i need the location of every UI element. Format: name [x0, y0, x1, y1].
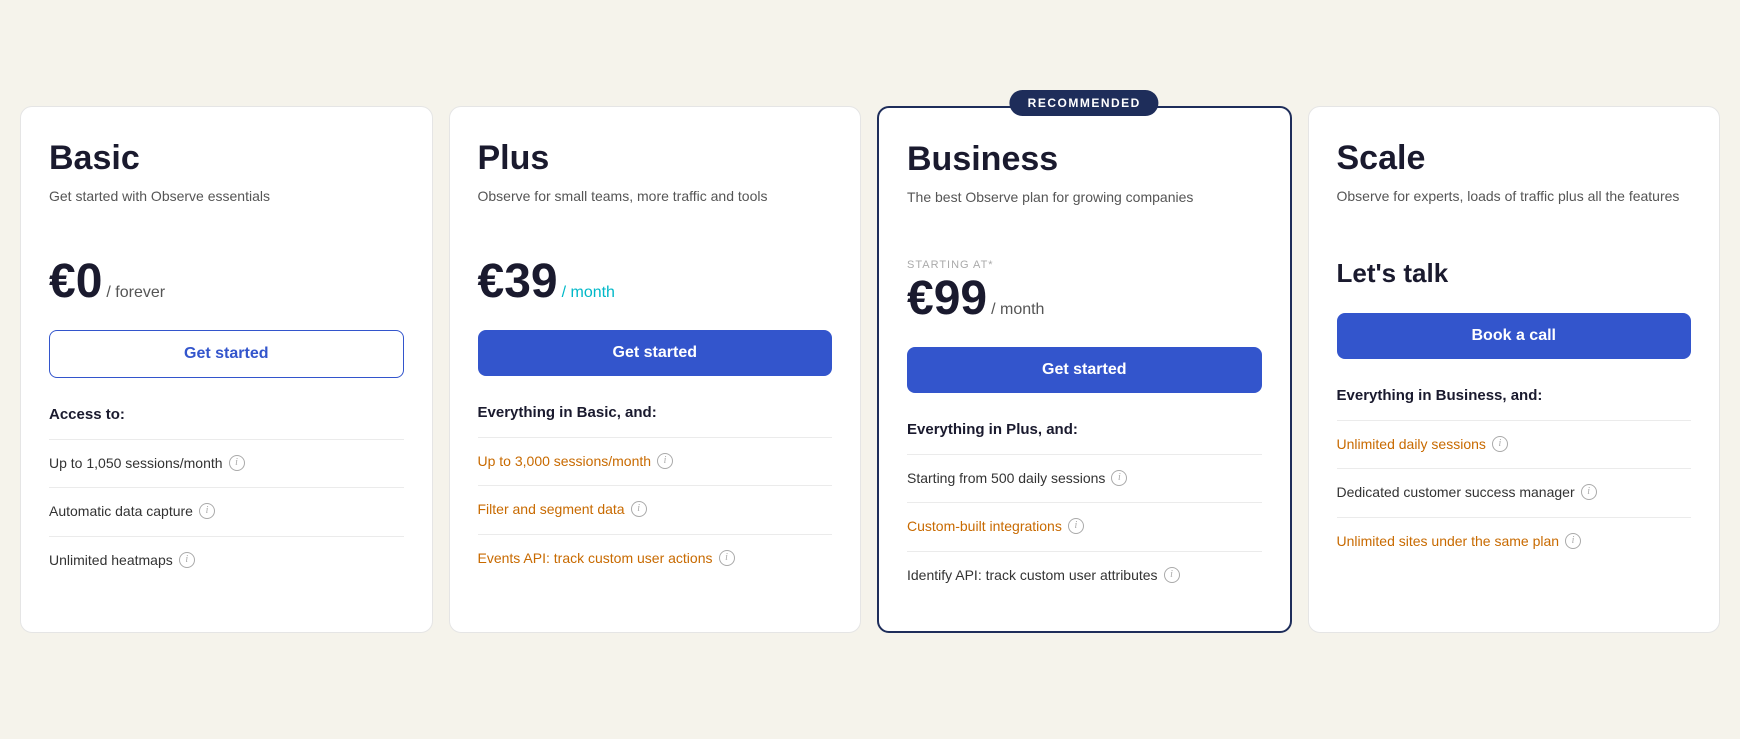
- info-icon-business-1: i: [1068, 518, 1084, 534]
- features-heading-plus: Everything in Basic, and:: [478, 404, 833, 421]
- feature-text-plus-2: Events API: track custom user actions: [478, 549, 713, 569]
- features-heading-scale: Everything in Business, and:: [1337, 387, 1692, 404]
- price-period-business: / month: [991, 301, 1044, 319]
- feature-item-scale-1: Dedicated customer success manager i: [1337, 468, 1692, 517]
- feature-text-scale-0: Unlimited daily sessions: [1337, 435, 1486, 455]
- feature-item-scale-2: Unlimited sites under the same plan i: [1337, 517, 1692, 566]
- feature-item-basic-0: Up to 1,050 sessions/month i: [49, 439, 404, 488]
- feature-text-business-0: Starting from 500 daily sessions: [907, 469, 1105, 489]
- info-icon-basic-1: i: [199, 503, 215, 519]
- feature-item-basic-1: Automatic data capture i: [49, 487, 404, 536]
- feature-item-plus-2: Events API: track custom user actions i: [478, 534, 833, 583]
- info-icon-scale-0: i: [1492, 436, 1508, 452]
- features-list-plus: Up to 3,000 sessions/month i Filter and …: [478, 437, 833, 583]
- price-amount-plus: €39: [478, 258, 558, 306]
- price-amount-business: €99: [907, 275, 987, 323]
- feature-item-business-1: Custom-built integrations i: [907, 502, 1262, 551]
- price-row-business: €99 / month: [907, 275, 1262, 323]
- starting-at-business: STARTING AT*: [907, 259, 1262, 271]
- price-period-plus: / month: [562, 284, 615, 302]
- feature-text-plus-1: Filter and segment data: [478, 500, 625, 520]
- info-icon-plus-2: i: [719, 550, 735, 566]
- price-amount-basic: €0: [49, 258, 102, 306]
- plan-description-scale: Observe for experts, loads of traffic pl…: [1337, 186, 1692, 234]
- feature-item-business-2: Identify API: track custom user attribut…: [907, 551, 1262, 600]
- features-list-business: Starting from 500 daily sessions i Custo…: [907, 454, 1262, 600]
- plan-name-basic: Basic: [49, 139, 404, 178]
- info-icon-plus-1: i: [631, 501, 647, 517]
- feature-item-plus-0: Up to 3,000 sessions/month i: [478, 437, 833, 486]
- feature-item-basic-2: Unlimited heatmaps i: [49, 536, 404, 585]
- price-period-basic: / forever: [106, 284, 165, 302]
- lets-talk-scale: Let's talk: [1337, 258, 1692, 289]
- info-icon-basic-2: i: [179, 552, 195, 568]
- price-row-plus: €39 / month: [478, 258, 833, 306]
- plan-name-plus: Plus: [478, 139, 833, 178]
- info-icon-basic-0: i: [229, 455, 245, 471]
- plan-name-business: Business: [907, 140, 1262, 179]
- feature-item-scale-0: Unlimited daily sessions i: [1337, 420, 1692, 469]
- recommended-badge: RECOMMENDED: [1010, 90, 1159, 116]
- plan-card-scale: Scale Observe for experts, loads of traff…: [1308, 106, 1721, 634]
- feature-text-scale-2: Unlimited sites under the same plan: [1337, 532, 1560, 552]
- plan-card-basic: Basic Get started with Observe essentials…: [20, 106, 433, 634]
- cta-button-scale[interactable]: Book a call: [1337, 313, 1692, 359]
- feature-text-basic-0: Up to 1,050 sessions/month: [49, 454, 223, 474]
- plan-description-basic: Get started with Observe essentials: [49, 186, 404, 234]
- feature-item-business-0: Starting from 500 daily sessions i: [907, 454, 1262, 503]
- cta-button-plus[interactable]: Get started: [478, 330, 833, 376]
- pricing-cards: Basic Get started with Observe essentials…: [20, 106, 1720, 634]
- plan-card-business: RECOMMENDEDBusinessThe best Observe plan…: [877, 106, 1292, 634]
- plan-description-business: The best Observe plan for growing compan…: [907, 187, 1262, 235]
- feature-text-plus-0: Up to 3,000 sessions/month: [478, 452, 652, 472]
- info-icon-scale-1: i: [1581, 484, 1597, 500]
- feature-item-plus-1: Filter and segment data i: [478, 485, 833, 534]
- feature-text-basic-1: Automatic data capture: [49, 502, 193, 522]
- price-row-basic: €0 / forever: [49, 258, 404, 306]
- feature-text-business-2: Identify API: track custom user attribut…: [907, 566, 1158, 586]
- plan-card-plus: Plus Observe for small teams, more traffi…: [449, 106, 862, 634]
- cta-button-basic[interactable]: Get started: [49, 330, 404, 378]
- info-icon-plus-0: i: [657, 453, 673, 469]
- features-list-basic: Up to 1,050 sessions/month i Automatic d…: [49, 439, 404, 585]
- feature-text-business-1: Custom-built integrations: [907, 517, 1062, 537]
- plan-description-plus: Observe for small teams, more traffic an…: [478, 186, 833, 234]
- info-icon-business-2: i: [1164, 567, 1180, 583]
- info-icon-business-0: i: [1111, 470, 1127, 486]
- plan-name-scale: Scale: [1337, 139, 1692, 178]
- features-list-scale: Unlimited daily sessions i Dedicated cus…: [1337, 420, 1692, 566]
- feature-text-basic-2: Unlimited heatmaps: [49, 551, 173, 571]
- cta-button-business[interactable]: Get started: [907, 347, 1262, 393]
- features-heading-basic: Access to:: [49, 406, 404, 423]
- info-icon-scale-2: i: [1565, 533, 1581, 549]
- feature-text-scale-1: Dedicated customer success manager: [1337, 483, 1575, 503]
- features-heading-business: Everything in Plus, and:: [907, 421, 1262, 438]
